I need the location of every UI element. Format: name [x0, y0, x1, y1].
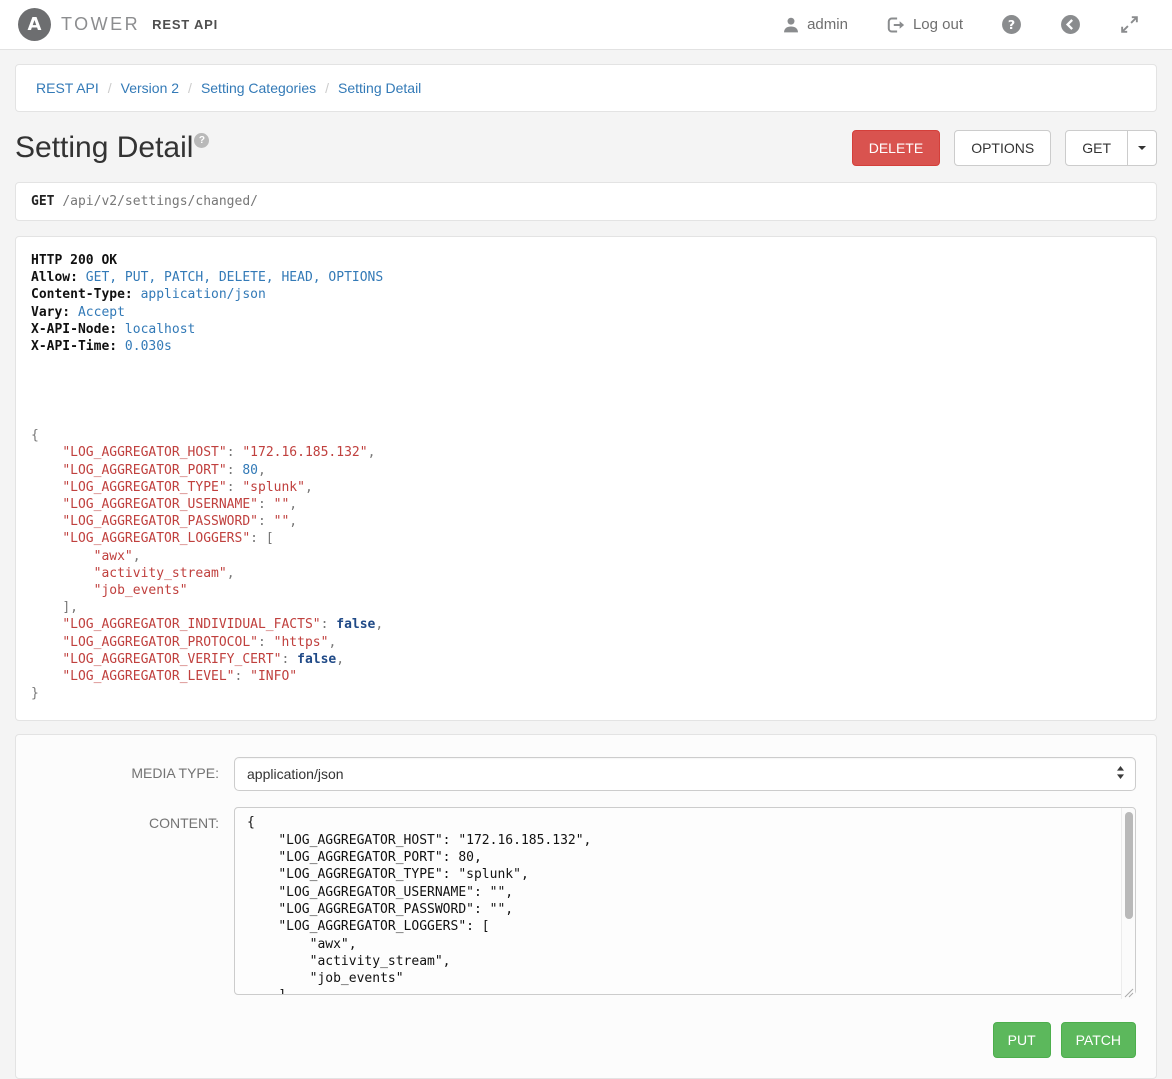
logout-label: Log out	[913, 16, 963, 33]
media-type-value: application/json	[247, 766, 344, 782]
content-textarea[interactable]: { "LOG_AGGREGATOR_HOST": "172.16.185.132…	[234, 807, 1136, 995]
brand-subtitle: REST API	[152, 17, 218, 32]
back-button[interactable]	[1060, 14, 1081, 35]
user-icon	[782, 16, 800, 34]
media-type-label: MEDIA TYPE:	[36, 757, 234, 791]
brand-link[interactable]: A TOWER REST API	[18, 8, 218, 41]
breadcrumb-link[interactable]: REST API	[36, 80, 99, 96]
breadcrumb-link[interactable]: Setting Categories	[201, 80, 316, 96]
breadcrumb-separator: /	[108, 80, 112, 96]
request-line: GET /api/v2/settings/changed/	[15, 182, 1157, 221]
response-panel: HTTP 200 OK Allow: GET, PUT, PATCH, DELE…	[15, 236, 1157, 721]
response-body: { "LOG_AGGREGATOR_HOST": "172.16.185.132…	[31, 427, 1141, 702]
title-help-icon[interactable]: ?	[194, 133, 209, 148]
title-row: Setting Detail? DELETE OPTIONS GET	[15, 130, 1157, 166]
logout-link[interactable]: Log out	[886, 16, 963, 34]
resize-grip-icon[interactable]	[1121, 985, 1134, 998]
patch-button[interactable]: PATCH	[1061, 1022, 1136, 1058]
breadcrumb: REST API / Version 2 / Setting Categories / Se…	[15, 64, 1157, 112]
content-scrollbar-thumb[interactable]	[1125, 812, 1133, 919]
breadcrumb-link[interactable]: Version 2	[121, 80, 179, 96]
page-title-text: Setting Detail	[15, 131, 193, 164]
response-headers: HTTP 200 OK Allow: GET, PUT, PATCH, DELE…	[31, 252, 1141, 355]
options-button[interactable]: OPTIONS	[954, 130, 1051, 166]
content-scrollbar[interactable]	[1121, 808, 1135, 999]
breadcrumb-separator: /	[188, 80, 192, 96]
request-method: GET	[31, 194, 54, 209]
back-arrow-icon	[1060, 14, 1081, 35]
logout-icon	[886, 16, 906, 34]
get-button[interactable]: GET	[1065, 130, 1128, 166]
help-icon: ?	[1001, 14, 1022, 35]
ansible-logo-icon: A	[18, 8, 51, 41]
media-type-select[interactable]: application/json	[234, 757, 1136, 791]
brand-title: TOWER	[61, 14, 140, 35]
delete-button[interactable]: DELETE	[852, 130, 940, 166]
user-name: admin	[807, 16, 848, 33]
current-user: admin	[782, 16, 848, 34]
put-button[interactable]: PUT	[993, 1022, 1051, 1058]
select-arrows-icon	[1116, 765, 1125, 783]
content-label: CONTENT:	[36, 807, 234, 1000]
svg-text:?: ?	[1008, 17, 1015, 32]
get-dropdown-toggle[interactable]	[1128, 130, 1157, 166]
request-path: /api/v2/settings/changed/	[62, 194, 258, 209]
page-title: Setting Detail?	[15, 131, 209, 165]
help-button[interactable]: ?	[1001, 14, 1022, 35]
expand-button[interactable]	[1119, 14, 1140, 35]
expand-arrows-icon	[1119, 14, 1140, 35]
breadcrumb-link[interactable]: Setting Detail	[338, 80, 421, 96]
top-navbar: A TOWER REST API admin Log out	[0, 0, 1172, 50]
chevron-down-icon	[1138, 146, 1146, 150]
breadcrumb-separator: /	[325, 80, 329, 96]
request-form-panel: MEDIA TYPE: application/json CONTENT:	[15, 734, 1157, 1079]
